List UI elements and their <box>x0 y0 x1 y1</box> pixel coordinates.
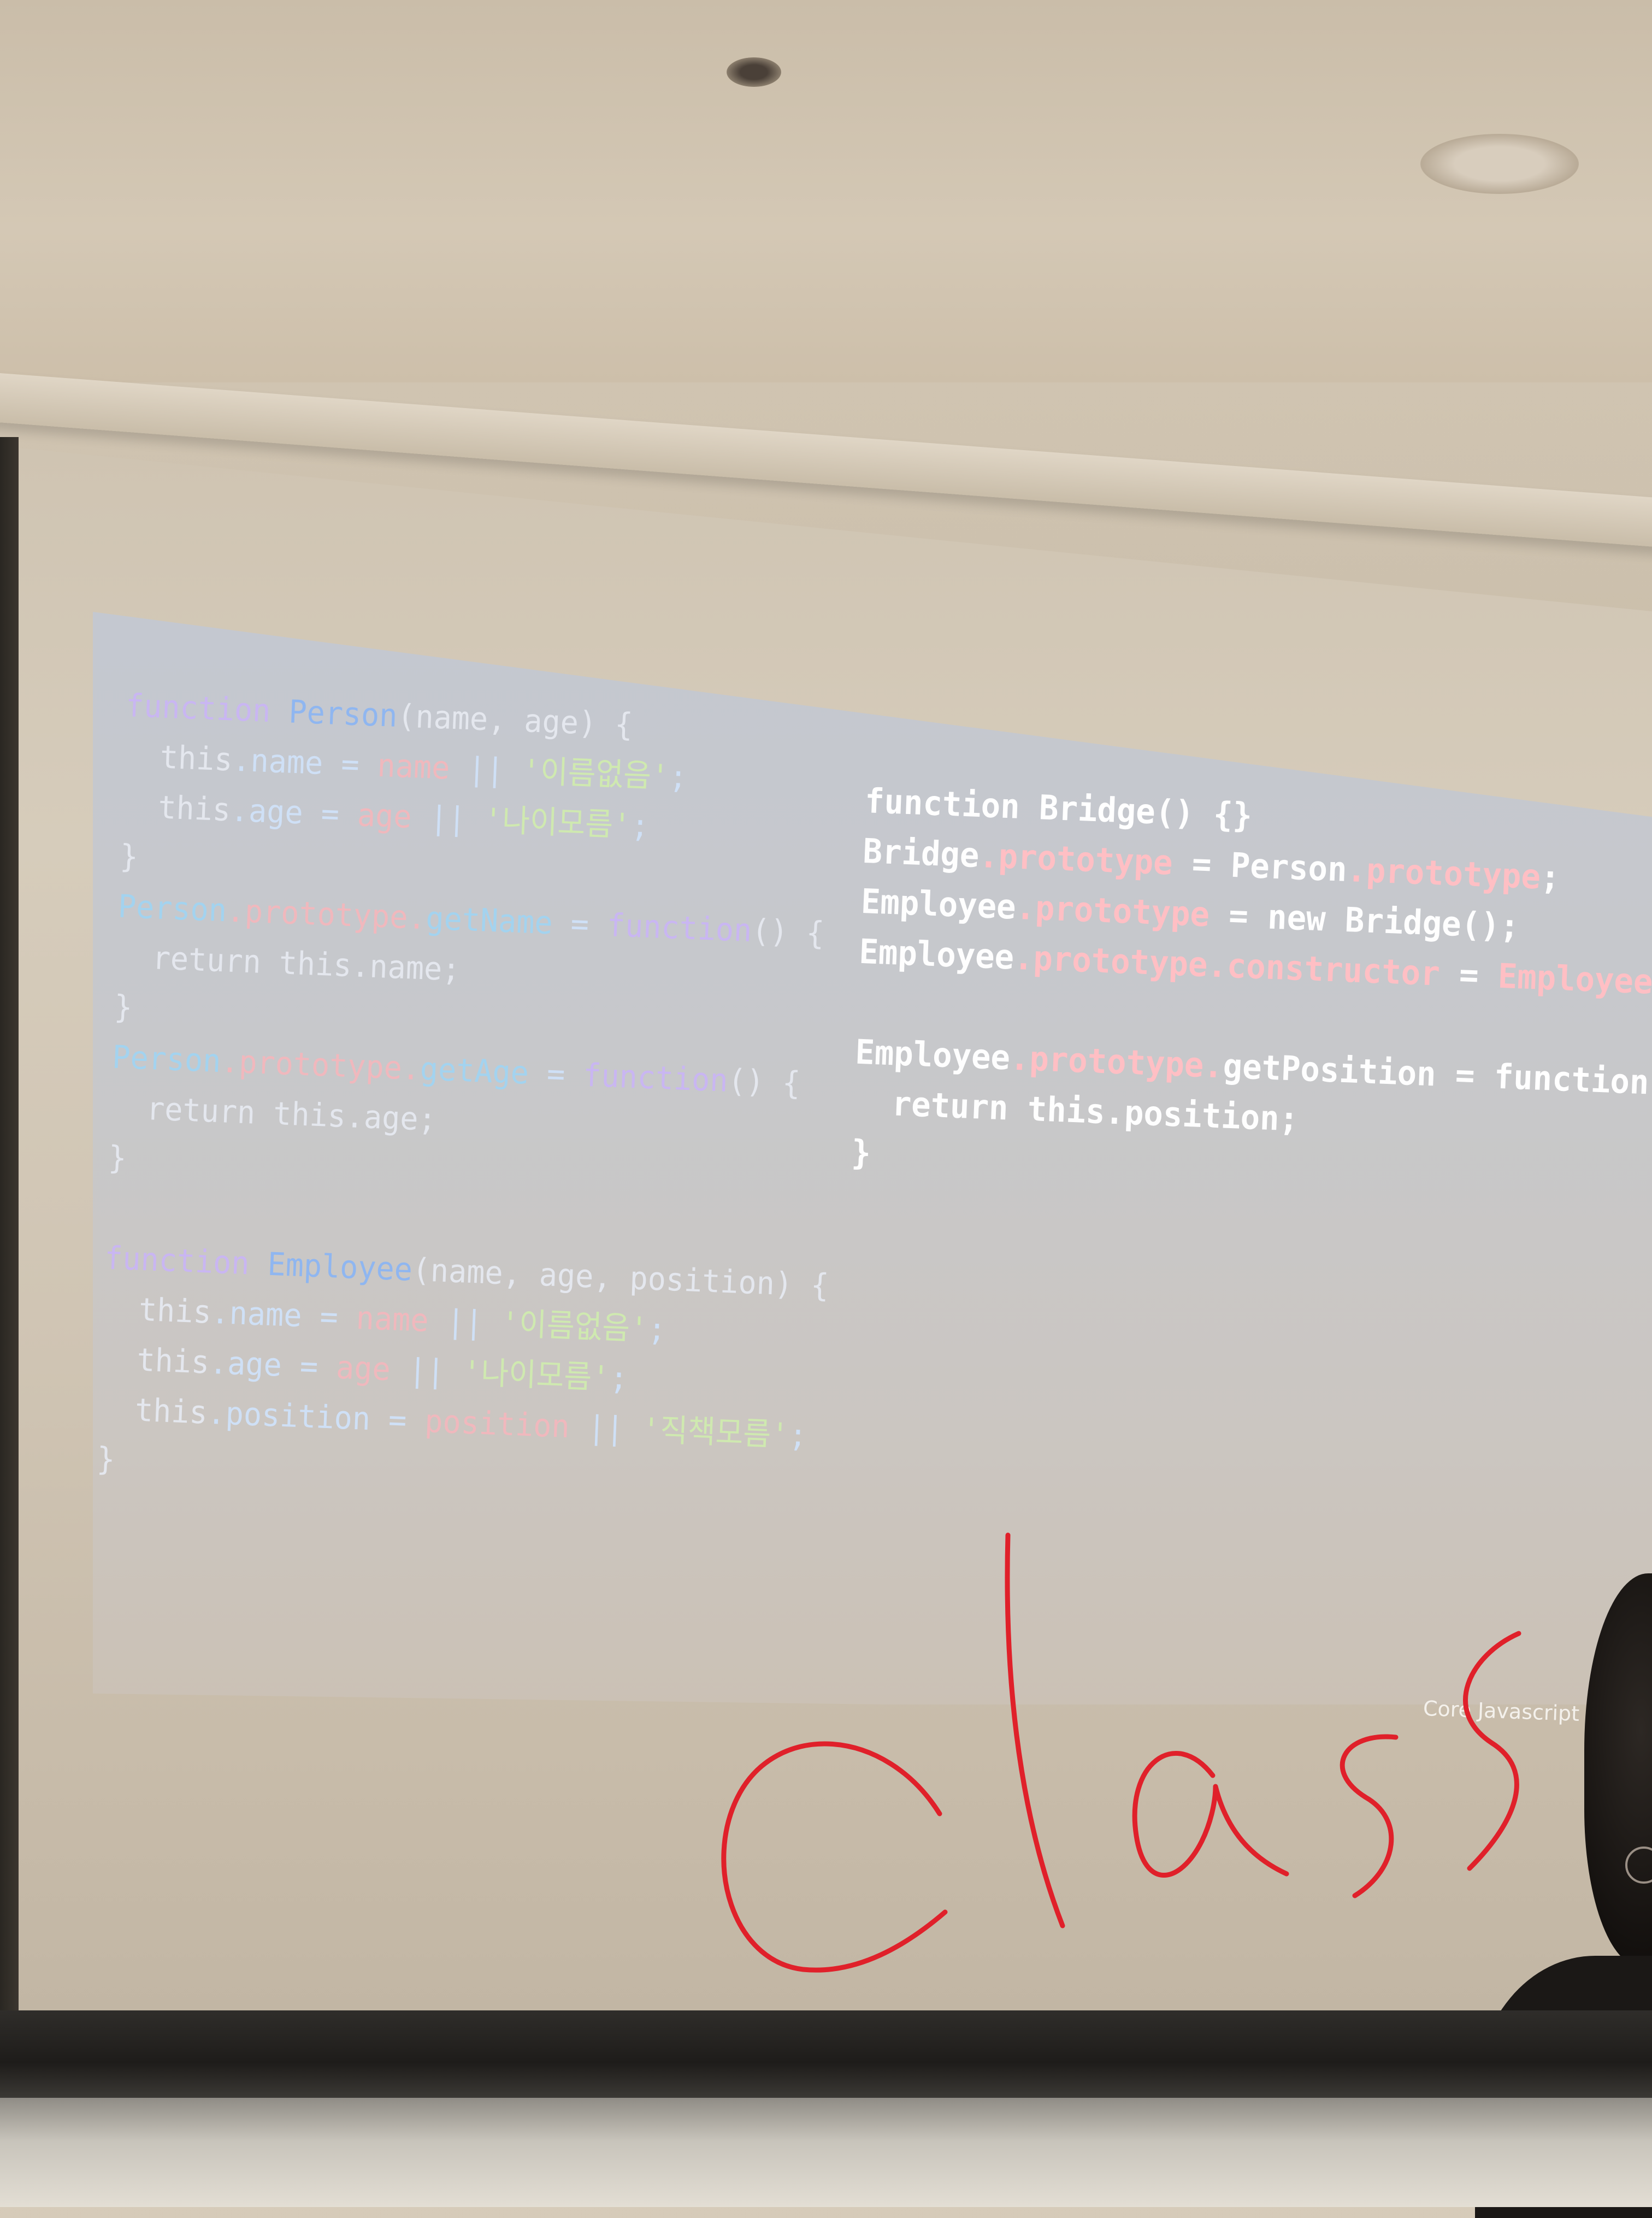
handwritten-letter-s <box>1340 1734 1399 1898</box>
floor-rail <box>0 2098 1652 2207</box>
handwritten-annotation <box>721 1532 1521 1973</box>
handwritten-letter-a <box>1132 1750 1289 1878</box>
handwritten-word <box>721 1532 1521 1973</box>
handwritten-letter-s <box>1463 1631 1521 1871</box>
handwritten-letter-l <box>1005 1532 1065 1928</box>
stage-edge <box>0 2010 1652 2098</box>
handwritten-letter-c <box>721 1741 948 1973</box>
